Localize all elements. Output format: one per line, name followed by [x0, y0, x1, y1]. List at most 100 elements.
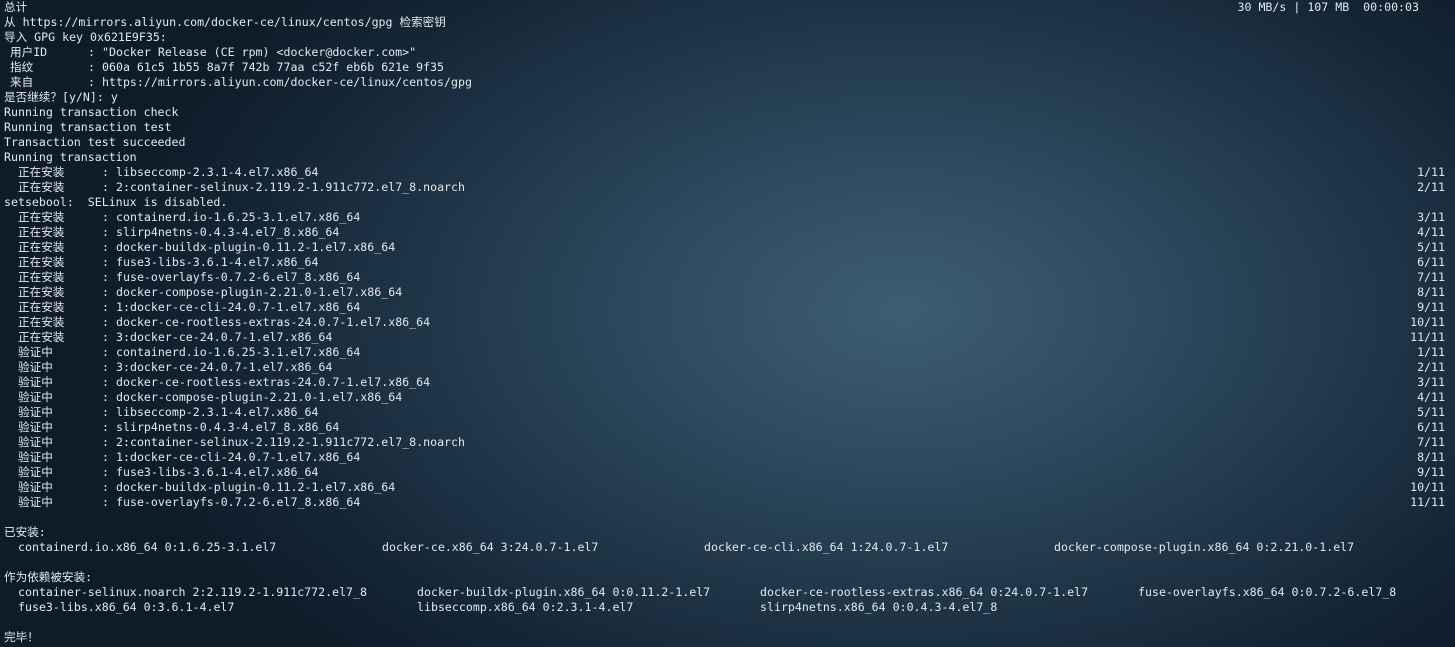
step-count: 4/11 [1417, 225, 1445, 239]
dependencies-row: fuse3-libs.x86_64 0:3.6.1-4.el7 libsecco… [0, 600, 1455, 615]
step-action: 正在安装 [18, 255, 65, 269]
step-package: 3:docker-ce-24.0.7-1.el7.x86_64 [116, 360, 333, 374]
step-count: 2/11 [1417, 360, 1445, 374]
continue-prompt: 是否继续？[y/N]: y [4, 90, 118, 104]
dependency-package: docker-ce-rootless-extras.x86_64 0:24.0.… [760, 585, 1089, 599]
step-action: 正在安装 [18, 210, 65, 224]
step-package: docker-ce-rootless-extras-24.0.7-1.el7.x… [116, 375, 431, 389]
separator: : [102, 315, 109, 329]
done-message: 完毕！ [4, 630, 39, 644]
step-count: 6/11 [1417, 255, 1445, 269]
installed-package: docker-ce-cli.x86_64 1:24.0.7-1.el7 [704, 540, 949, 554]
separator: : [102, 165, 109, 179]
installed-package: docker-ce.x86_64 3:24.0.7-1.el7 [382, 540, 599, 554]
separator: : [102, 225, 109, 239]
install-step-row: 验证中:2:container-selinux-2.119.2-1.911c77… [0, 435, 1455, 450]
step-action: 验证中 [18, 345, 53, 359]
key-info-row: 来自 : https://mirrors.aliyun.com/docker-c… [0, 75, 1455, 90]
step-action: 正在安装 [18, 285, 65, 299]
install-step-row: 正在安装: docker-compose-plugin-2.21.0-1.el7.… [0, 285, 1455, 300]
step-action: 验证中 [18, 405, 53, 419]
step-package: slirp4netns-0.4.3-4.el7_8.x86_64 [116, 420, 340, 434]
key-info-label: 来自 [10, 75, 34, 89]
step-count: 7/11 [1417, 435, 1445, 449]
install-step-row: 验证中: fuse3-libs-3.6.1-4.el7.x86_64 9/11 [0, 465, 1455, 480]
step-count: 1/11 [1417, 345, 1445, 359]
install-step-row: 正在安装:2:container-selinux-2.119.2-1.911c7… [0, 180, 1455, 195]
dependency-package: libseccomp.x86_64 0:2.3.1-4.el7 [417, 600, 634, 614]
install-step-row: 验证中:3:docker-ce-24.0.7-1.el7.x86_64 2/11 [0, 360, 1455, 375]
step-action: 验证中 [18, 390, 53, 404]
separator: : [102, 480, 109, 494]
transaction-line: Running transaction check [4, 105, 179, 119]
separator: : [102, 300, 109, 314]
step-package: fuse3-libs-3.6.1-4.el7.x86_64 [116, 255, 319, 269]
dependency-package: docker-buildx-plugin.x86_64 0:0.11.2-1.e… [417, 585, 711, 599]
step-package: fuse3-libs-3.6.1-4.el7.x86_64 [116, 465, 319, 479]
step-action: 正在安装 [18, 315, 65, 329]
step-package: slirp4netns-0.4.3-4.el7_8.x86_64 [116, 225, 340, 239]
step-package: libseccomp-2.3.1-4.el7.x86_64 [116, 405, 319, 419]
separator: : [88, 45, 95, 59]
install-step-row: 正在安装: containerd.io-1.6.25-3.1.el7.x86_64… [0, 210, 1455, 225]
output-line: Transaction test succeeded [0, 135, 1455, 150]
install-step-row: 正在安装:1:docker-ce-cli-24.0.7-1.el7.x86_64… [0, 300, 1455, 315]
terminal-window[interactable]: 总计 30 MB/s | 107 MB 00:00:03 从 https://m… [0, 0, 1455, 647]
step-package: 1:docker-ce-cli-24.0.7-1.el7.x86_64 [116, 450, 361, 464]
output-line: setsebool: SELinux is disabled. [0, 195, 1455, 210]
step-package: 1:docker-ce-cli-24.0.7-1.el7.x86_64 [116, 300, 361, 314]
step-count: 9/11 [1417, 465, 1445, 479]
step-package: containerd.io-1.6.25-3.1.el7.x86_64 [116, 345, 361, 359]
separator: : [102, 345, 109, 359]
install-step-row: 正在安装: slirp4netns-0.4.3-4.el7_8.x86_64 4/1… [0, 225, 1455, 240]
step-action: 正在安装 [18, 180, 65, 194]
install-step-row: 验证中: containerd.io-1.6.25-3.1.el7.x86_64 1… [0, 345, 1455, 360]
step-action: 验证中 [18, 375, 53, 389]
dependency-package: container-selinux.noarch 2:2.119.2-1.911… [18, 585, 368, 599]
step-count: 11/11 [1410, 330, 1445, 344]
transaction-line: Transaction test succeeded [4, 135, 186, 149]
separator: : [102, 375, 109, 389]
install-step-row: 正在安装: docker-buildx-plugin-0.11.2-1.el7.x… [0, 240, 1455, 255]
dependency-package: fuse-overlayfs.x86_64 0:0.7.2-6.el7_8 [1138, 585, 1397, 599]
step-action: 验证中 [18, 360, 53, 374]
dependencies-row: container-selinux.noarch 2:2.119.2-1.911… [0, 585, 1455, 600]
output-line: Running transaction check [0, 105, 1455, 120]
step-action: 正在安装 [18, 330, 65, 344]
step-package: 2:container-selinux-2.119.2-1.911c772.el… [116, 435, 466, 449]
install-step-row: 正在安装: libseccomp-2.3.1-4.el7.x86_64 1/11 [0, 165, 1455, 180]
step-action: 验证中 [18, 480, 53, 494]
separator: : [102, 210, 109, 224]
step-package: 3:docker-ce-24.0.7-1.el7.x86_64 [116, 330, 333, 344]
output-line: 作为依赖被安装: [0, 570, 1455, 585]
step-package: docker-compose-plugin-2.21.0-1.el7.x86_6… [116, 285, 403, 299]
transaction-line: Running transaction test [4, 120, 172, 134]
separator: : [102, 180, 109, 194]
separator: : [102, 465, 109, 479]
install-step-row: 验证中: docker-compose-plugin-2.21.0-1.el7.x… [0, 390, 1455, 405]
step-action: 验证中 [18, 420, 53, 434]
step-action: 验证中 [18, 450, 53, 464]
output-line: Running transaction [0, 150, 1455, 165]
step-package: libseccomp-2.3.1-4.el7.x86_64 [116, 165, 319, 179]
step-count: 10/11 [1410, 480, 1445, 494]
separator: : [102, 270, 109, 284]
output-line: 完毕！ [0, 630, 1455, 645]
dependency-package: fuse3-libs.x86_64 0:3.6.1-4.el7 [18, 600, 235, 614]
step-count: 5/11 [1417, 240, 1445, 254]
separator: : [102, 390, 109, 404]
dependencies-header: 作为依赖被安装: [4, 570, 93, 584]
step-package: docker-buildx-plugin-0.11.2-1.el7.x86_64 [116, 240, 396, 254]
setsebool-line: setsebool: SELinux is disabled. [4, 195, 228, 209]
install-steps-group: 正在安装: libseccomp-2.3.1-4.el7.x86_64 1/11 正在… [0, 165, 1455, 195]
install-step-row: 验证中: fuse-overlayfs-0.7.2-6.el7_8.x86_64 1… [0, 495, 1455, 510]
separator: : [102, 420, 109, 434]
separator: : [102, 330, 109, 344]
install-step-row: 验证中: docker-ce-rootless-extras-24.0.7-1.e… [0, 375, 1455, 390]
step-action: 正在安装 [18, 300, 65, 314]
installed-package: containerd.io.x86_64 0:1.6.25-3.1.el7 [18, 540, 277, 554]
step-count: 5/11 [1417, 405, 1445, 419]
